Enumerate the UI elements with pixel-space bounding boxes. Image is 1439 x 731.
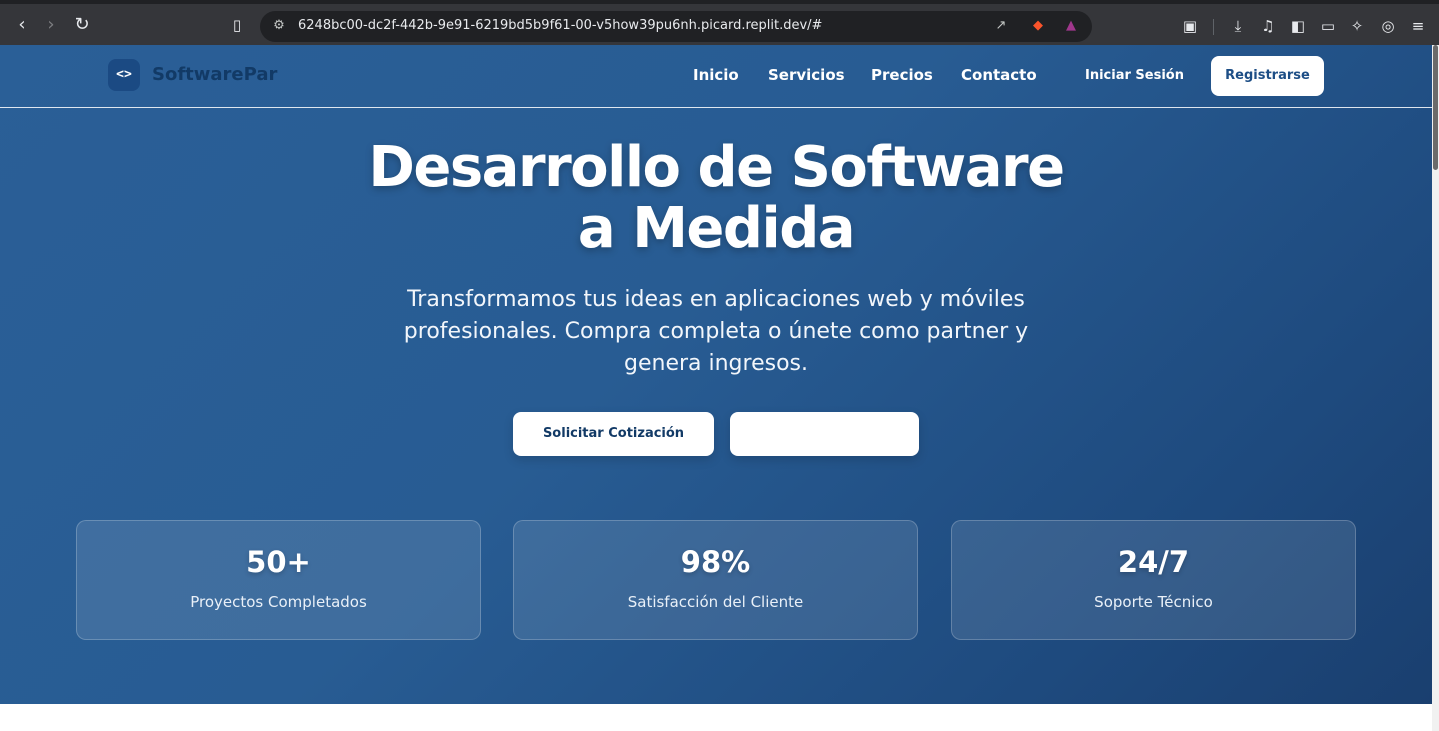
stat-card-projects: 50+ Proyectos Completados	[76, 520, 481, 640]
secondary-cta-button[interactable]	[730, 412, 919, 456]
forward-icon[interactable]: ›	[40, 14, 62, 36]
request-quote-button[interactable]: Solicitar Cotización	[513, 412, 714, 456]
share-icon[interactable]: ↗	[992, 17, 1010, 35]
stat-card-support: 24/7 Soporte Técnico	[951, 520, 1356, 640]
nav-link-inicio[interactable]: Inicio	[693, 66, 739, 84]
wallet-icon[interactable]: ▭	[1318, 16, 1338, 36]
brand-name[interactable]: SoftwarePar	[152, 64, 277, 85]
site-info-icon[interactable]: ⚙	[270, 17, 288, 35]
stat-label: Satisfacción del Cliente	[627, 593, 804, 611]
hero-section: <> SoftwarePar Inicio Servicios Precios …	[0, 45, 1432, 704]
hero-title-line-2: a Medida	[577, 196, 856, 261]
sidebar-icon[interactable]: ◧	[1288, 16, 1308, 36]
stat-label: Proyectos Completados	[190, 593, 367, 611]
rewards-icon[interactable]: ▲	[1062, 17, 1080, 35]
browser-toolbar: ‹ › ↻ ▯ ⚙ 6248bc00-dc2f-442b-9e91-6219bd…	[0, 0, 1439, 45]
stat-label: Soporte Técnico	[1094, 593, 1213, 611]
menu-icon[interactable]: ≡	[1408, 16, 1428, 36]
page-viewport: <> SoftwarePar Inicio Servicios Precios …	[0, 45, 1432, 731]
reload-icon[interactable]: ↻	[71, 14, 93, 36]
stat-value: 24/7	[1117, 545, 1190, 579]
nav-link-contacto[interactable]: Contacto	[961, 66, 1037, 84]
scrollbar-thumb[interactable]	[1433, 45, 1438, 170]
hero-subtitle-line-3: genera ingresos.	[624, 351, 808, 376]
leo-ai-icon[interactable]: ✧	[1347, 16, 1367, 36]
nav-link-servicios[interactable]: Servicios	[768, 66, 845, 84]
hero-title: Desarrollo de Software a Medida	[316, 137, 1116, 259]
address-bar[interactable]: ⚙ 6248bc00-dc2f-442b-9e91-6219bd5b9f61-0…	[260, 11, 1092, 42]
hero-subtitle: Transformamos tus ideas en aplicaciones …	[356, 284, 1076, 380]
stat-value: 50+	[246, 545, 311, 579]
brave-shields-icon[interactable]: ◆	[1029, 17, 1047, 35]
bookmark-icon[interactable]: ▯	[226, 14, 248, 36]
url-text[interactable]: 6248bc00-dc2f-442b-9e91-6219bd5b9f61-00-…	[298, 18, 822, 33]
hero-subtitle-line-2: profesionales. Compra completa o únete c…	[403, 319, 1029, 344]
login-link[interactable]: Iniciar Sesión	[1085, 68, 1184, 83]
hero-subtitle-line-1: Transformamos tus ideas en aplicaciones …	[407, 287, 1025, 312]
stat-card-satisfaction: 98% Satisfacción del Cliente	[513, 520, 918, 640]
media-icon[interactable]: ♫	[1258, 16, 1278, 36]
page-scrollbar[interactable]	[1432, 45, 1439, 731]
site-navbar: <> SoftwarePar Inicio Servicios Precios …	[0, 45, 1432, 108]
register-button[interactable]: Registrarse	[1211, 56, 1324, 96]
hero-title-line-1: Desarrollo de Software	[368, 135, 1065, 200]
back-icon[interactable]: ‹	[11, 14, 33, 36]
nav-link-precios[interactable]: Precios	[871, 66, 933, 84]
vpn-icon[interactable]: ◎	[1378, 16, 1398, 36]
code-logo-icon[interactable]: <>	[108, 59, 140, 91]
reader-mode-icon[interactable]: ▣	[1180, 16, 1200, 36]
stat-value: 98%	[680, 545, 751, 579]
toolbar-divider	[1213, 19, 1214, 35]
downloads-icon[interactable]: ⤓	[1228, 16, 1248, 36]
